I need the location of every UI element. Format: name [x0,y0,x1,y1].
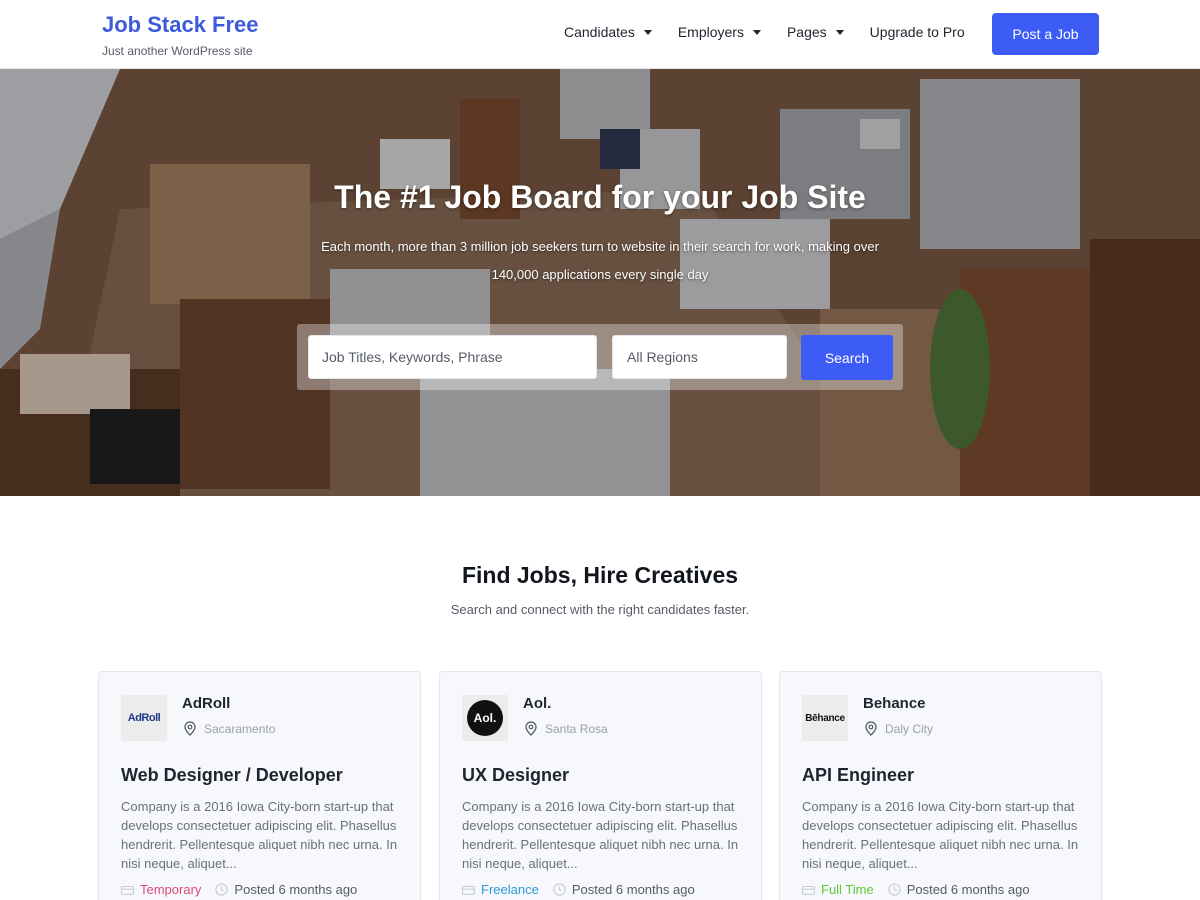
clock-icon [888,883,901,896]
site-title[interactable]: Job Stack Free [102,12,259,38]
job-posted: Posted 6 months ago [215,882,357,897]
job-search-form: Job Titles, Keywords, Phrase All Regions… [297,324,903,390]
chevron-down-icon [752,30,761,35]
nav-employers[interactable]: Employers [678,24,761,40]
nav-upgrade-label: Upgrade to Pro [869,24,965,40]
job-card[interactable]: AdRoll AdRoll Sacaramento Web Designer /… [98,671,421,900]
nav-pages-label: Pages [786,24,827,40]
job-card[interactable]: Bēhance Behance Daly City API Engineer C… [779,671,1102,900]
job-title[interactable]: API Engineer [802,765,914,786]
job-card[interactable]: Aol. Aol. Santa Rosa UX Designer Company… [439,671,762,900]
job-description: Company is a 2016 Iowa City-born start-u… [121,799,398,871]
company-name[interactable]: AdRoll [182,695,230,712]
chevron-down-icon [643,30,652,35]
job-location-text: Santa Rosa [545,721,608,736]
site-header: Job Stack Free Just another WordPress si… [0,0,1200,69]
company-logo-mark: Aol. [467,700,503,736]
hero-subtitle: Each month, more than 3 million job seek… [321,239,879,282]
job-meta: Freelance Posted 6 months ago [462,882,695,897]
map-pin-icon [865,721,877,736]
nav-candidates-label: Candidates [564,24,635,40]
job-title[interactable]: Web Designer / Developer [121,765,343,786]
job-description: Company is a 2016 Iowa City-born start-u… [802,799,1079,871]
briefcase-icon [462,885,475,895]
company-logo: Aol. [462,695,508,741]
nav-employers-label: Employers [677,24,744,40]
chevron-down-icon [835,30,844,35]
job-location: Daly City [865,721,933,736]
map-pin-icon [525,721,537,736]
job-meta: Full Time Posted 6 months ago [802,882,1030,897]
keyword-search-input[interactable]: Job Titles, Keywords, Phrase [308,335,597,379]
clock-icon [553,883,566,896]
search-button[interactable]: Search [801,335,893,380]
company-name[interactable]: Behance [863,695,926,712]
nav-upgrade-to-pro[interactable]: Upgrade to Pro [870,24,965,40]
job-type-badge: Temporary [140,882,202,897]
job-location: Santa Rosa [525,721,608,736]
section-title: Find Jobs, Hire Creatives [461,562,739,588]
briefcase-icon [121,885,134,895]
job-posted-text: Posted 6 months ago [906,882,1030,897]
nav-candidates[interactable]: Candidates [564,24,652,40]
job-location-text: Daly City [885,721,934,736]
job-posted: Posted 6 months ago [553,882,695,897]
region-select[interactable]: All Regions [612,335,787,379]
hero-banner: The #1 Job Board for your Job Site Each … [0,69,1200,496]
job-meta: Temporary Posted 6 months ago [121,882,357,897]
job-posted-text: Posted 6 months ago [234,882,358,897]
section-subtitle: Search and connect with the right candid… [450,602,750,617]
clock-icon [215,883,229,896]
company-logo-text: Aol. [473,711,497,725]
nav-pages[interactable]: Pages [787,24,844,40]
company-logo: Bēhance [802,695,848,741]
company-logo-text: Bēhance [805,712,845,724]
job-type-badge: Full Time [821,882,874,897]
map-pin-icon [184,721,196,736]
job-location: Sacaramento [184,721,275,736]
job-posted: Posted 6 months ago [888,882,1030,897]
briefcase-icon [802,885,815,895]
post-a-job-button[interactable]: Post a Job [992,13,1099,55]
main-nav: Candidates Employers Pages Upgrade to Pr… [564,24,965,40]
site-tagline: Just another WordPress site [102,44,253,58]
job-type-badge: Freelance [481,882,539,897]
hero-title: The #1 Job Board for your Job Site [334,179,866,215]
company-logo-text: AdRoll [127,712,161,724]
company-name[interactable]: Aol. [523,695,551,712]
job-posted-text: Posted 6 months ago [571,882,695,897]
job-title[interactable]: UX Designer [462,765,569,786]
company-logo: AdRoll [121,695,167,741]
job-description: Company is a 2016 Iowa City-born start-u… [462,799,739,871]
job-location-text: Sacaramento [204,721,276,736]
